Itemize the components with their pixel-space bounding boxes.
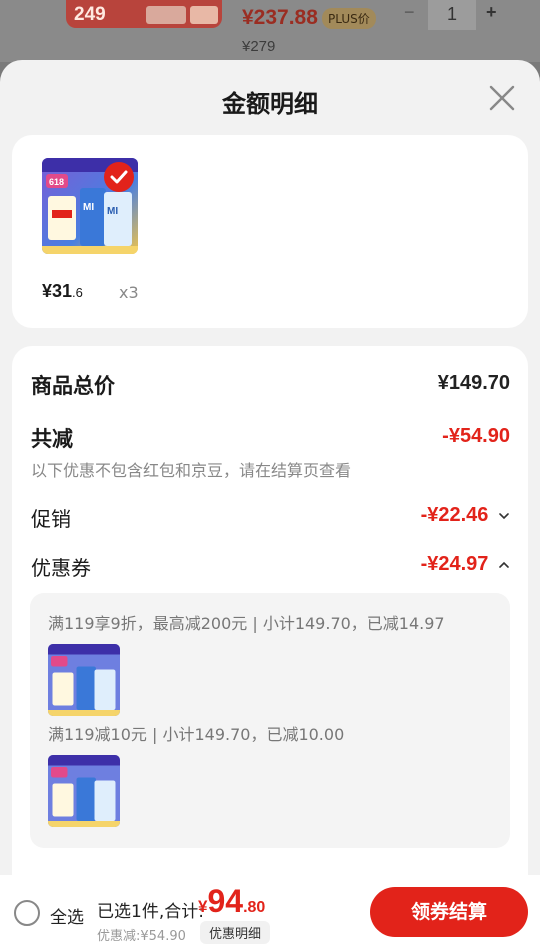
selected-check-icon [104,162,134,192]
checkout-button[interactable]: 领券结算 [370,887,528,937]
plus-price-badge: PLUS价 [322,8,376,29]
decrease-button[interactable]: − [404,2,415,23]
promotion-row[interactable]: -¥22.46 [421,504,510,527]
coupon-row[interactable]: -¥24.97 [421,553,510,576]
promotion-value: -¥22.46 [420,504,489,526]
saving-text: 优惠减:¥54.90 [97,929,186,944]
product-card: 618 MI MI ¥31.6 x3 [12,135,528,328]
checkout-bar: 全选 已选1件,合计: ¥94.80 优惠减:¥54.90 优惠明细 领券结算 [0,875,540,950]
coupon-value: -¥24.97 [420,553,489,575]
coupon-detail-box: 满119享9折，最高减200元 | 小计149.70，已减14.97 满119减… [30,593,510,848]
quantity-stepper: − 1 + [398,0,510,30]
thumbnail-number: 249 [74,4,106,25]
select-all-label[interactable]: 全选 [50,903,84,928]
svg-text:MI: MI [107,206,118,217]
coupon-label: 优惠券 [31,556,91,580]
image-badge-text: 618 [49,177,64,187]
selected-count-text: 已选1件,合计: [97,902,204,922]
total-price-label: 商品总价 [31,374,115,398]
close-button[interactable] [486,82,518,114]
background-product-thumbnail: 249 [66,0,222,28]
close-icon [489,85,515,111]
quantity-value[interactable]: 1 [428,0,476,30]
thumbnail-tag [190,6,218,24]
select-all-radio[interactable] [14,900,40,926]
price-integer: ¥31 [42,281,73,301]
discount-detail-button[interactable]: 优惠明细 [200,921,271,944]
total-amount: ¥94.80 [198,883,265,920]
thumbnail-tag [146,6,186,24]
coupon-product-image [48,755,120,827]
total-reduce-label: 共减 [31,427,73,451]
coupon-rule-2: 满119减10元 | 小计149.70，已减10.00 [48,725,345,744]
increase-button[interactable]: + [486,2,497,23]
svg-text:MI: MI [83,202,94,213]
product-quantity: x3 [119,283,139,302]
price-summary-card: 商品总价 ¥149.70 共减 -¥54.90 以下优惠不包含红包和京豆，请在结… [12,346,528,875]
amount-detail-sheet: 金额明细 618 MI MI ¥31.6 x3 商品总价 ¥149.70 共减 … [0,60,540,875]
coupon-product-image [48,644,120,716]
price-decimal: .6 [72,285,83,300]
sheet-title: 金额明细 [222,90,318,118]
total-decimal: .80 [243,899,266,916]
background-original-price: ¥279 [242,38,276,55]
chevron-down-icon [499,512,509,519]
product-unit-price: ¥31.6 [42,281,83,302]
discount-note: 以下优惠不包含红包和京豆，请在结算页查看 [31,461,352,480]
product-image[interactable]: 618 MI MI [42,158,138,254]
background-cart-item: 249 ¥237.88 PLUS价 ¥279 − 1 + [0,0,540,62]
promotion-label: 促销 [31,507,71,531]
background-price: ¥237.88 [242,6,318,29]
total-reduce-value: -¥54.90 [442,425,510,447]
total-integer: 94 [207,883,244,919]
total-price-value: ¥149.70 [437,372,510,394]
chevron-up-icon [499,561,509,568]
coupon-rule-1: 满119享9折，最高减200元 | 小计149.70，已减14.97 [48,614,445,633]
